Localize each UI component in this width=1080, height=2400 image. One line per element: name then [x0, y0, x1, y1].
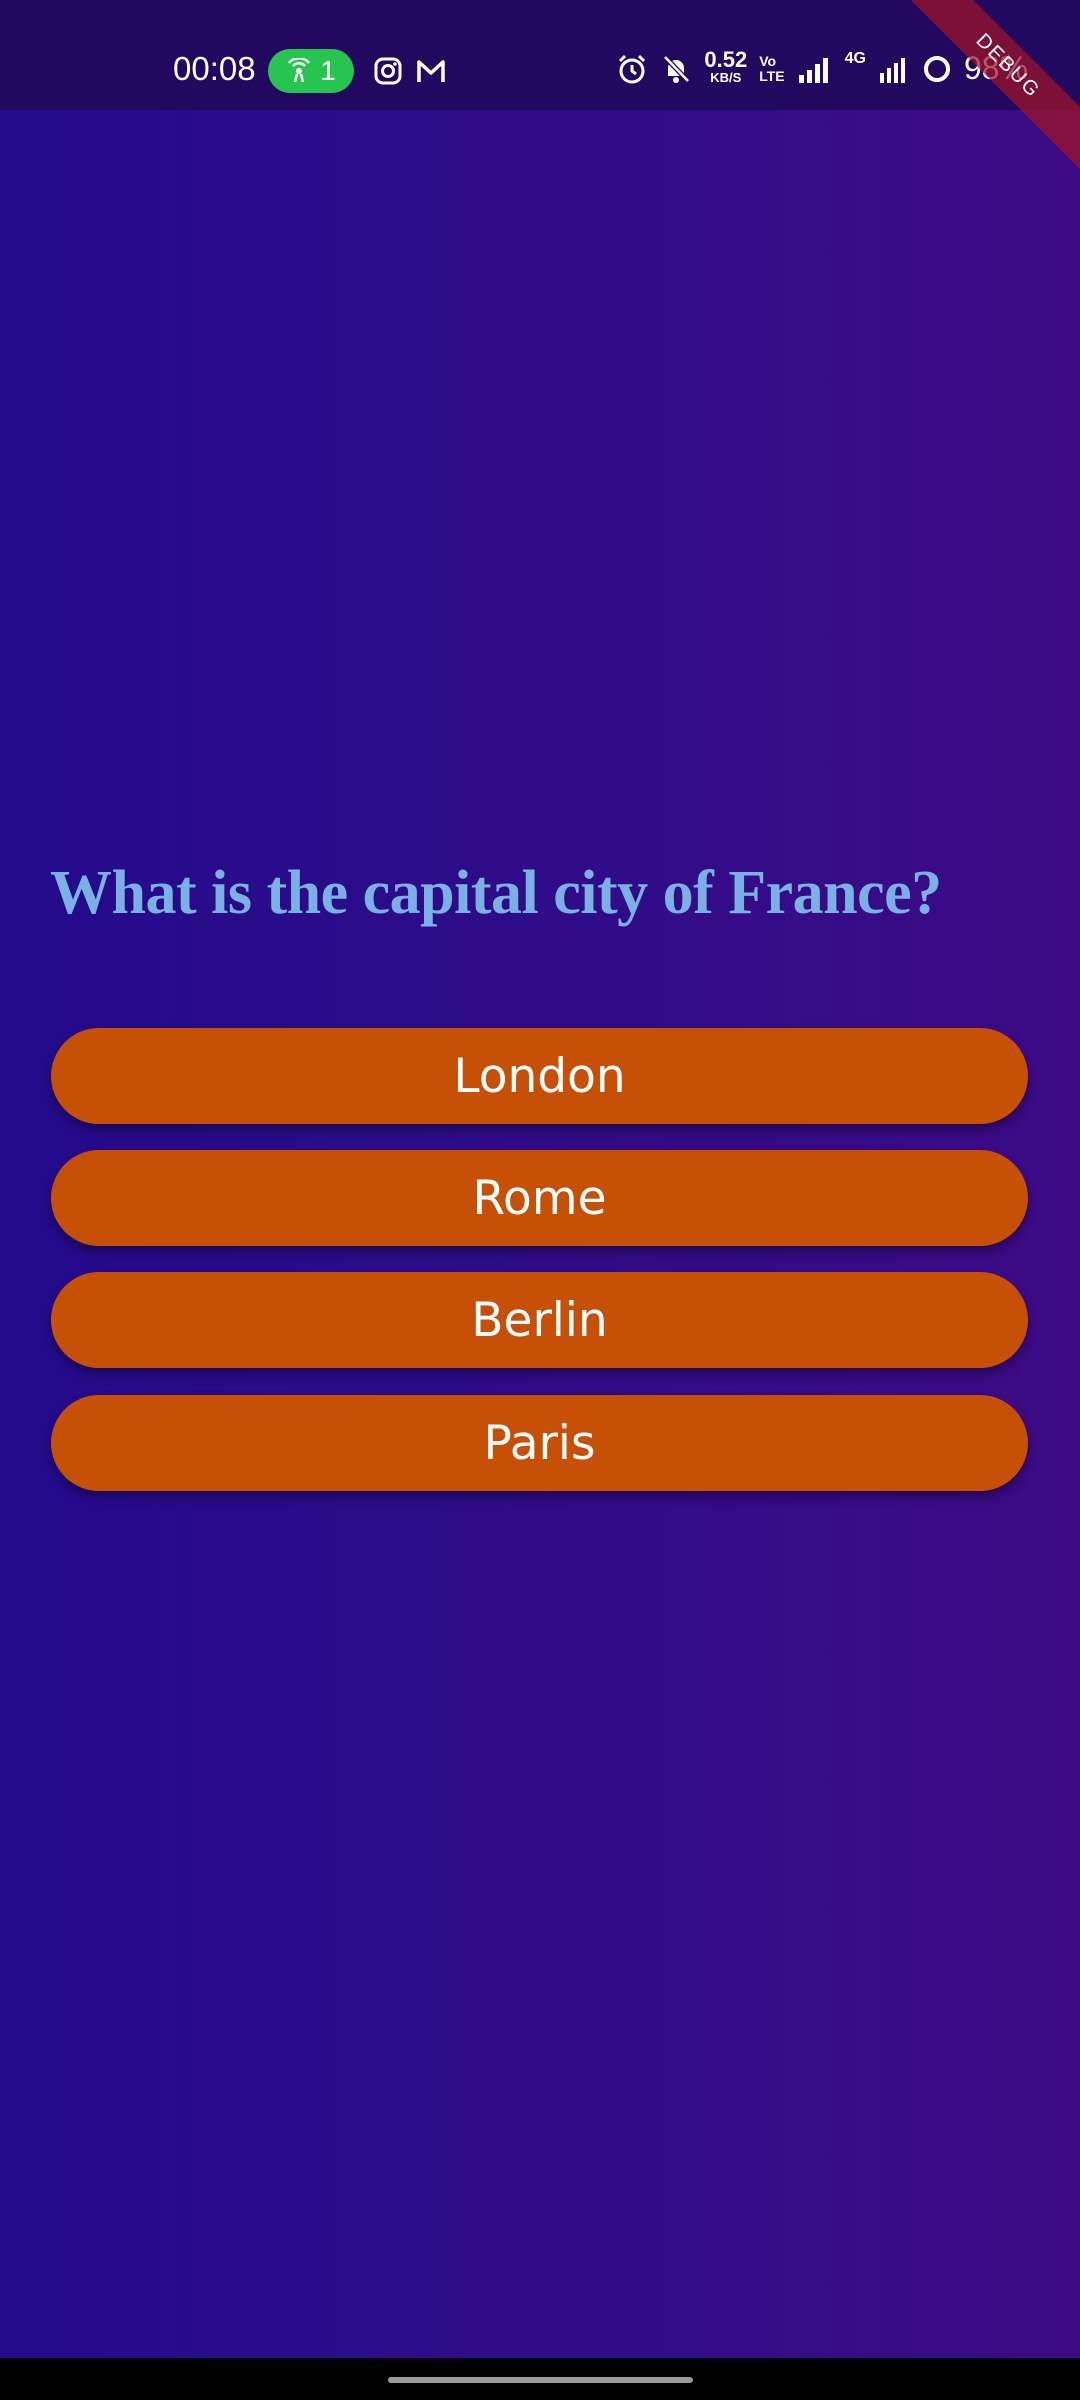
status-time: 00:08 — [173, 50, 256, 87]
answer-button-paris[interactable]: Paris — [51, 1395, 1028, 1491]
alarm-icon — [619, 54, 646, 83]
quiz-screen: 00:08 1 0.52 KB/S Vo LTE 4G DEBUG What i… — [0, 0, 1080, 2400]
gmail-icon — [417, 60, 445, 82]
answer-label: Berlin — [471, 1292, 608, 1348]
network-speed-value: 0.52 — [704, 46, 748, 72]
volte-bottom: LTE — [759, 67, 785, 84]
hotspot-indicator[interactable]: 1 — [268, 49, 354, 93]
volte-indicator: Vo LTE — [759, 52, 785, 84]
navigation-bar — [0, 2358, 1080, 2400]
muted-bell-icon — [663, 54, 691, 83]
volte-top: Vo — [759, 52, 777, 69]
answer-label: Rome — [472, 1170, 607, 1226]
answer-button-london[interactable]: London — [51, 1028, 1028, 1124]
hotspot-count: 1 — [320, 55, 336, 86]
answer-button-berlin[interactable]: Berlin — [51, 1272, 1028, 1368]
network-type: 4G — [844, 50, 866, 67]
question-text: What is the capital city of France? — [50, 859, 942, 927]
hotspot-icon — [288, 58, 311, 83]
signal-icon-sim2 — [879, 57, 905, 83]
answer-label: Paris — [483, 1415, 596, 1471]
answer-label: London — [453, 1048, 626, 1104]
network-speed-unit: KB/S — [710, 69, 742, 85]
signal-icon-sim1 — [798, 57, 828, 83]
instagram-icon — [374, 57, 402, 85]
network-speed: 0.52 KB/S — [704, 46, 748, 87]
home-gesture-handle[interactable] — [388, 2377, 693, 2383]
answer-button-rome[interactable]: Rome — [51, 1150, 1028, 1246]
battery-icon — [923, 55, 950, 82]
status-bar: 00:08 1 0.52 KB/S Vo LTE 4G DEBUG — [0, 0, 1080, 174]
